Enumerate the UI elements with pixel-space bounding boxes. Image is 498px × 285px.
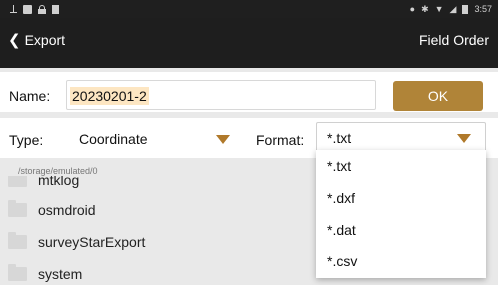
list-item-label: surveyStarExport [38, 234, 146, 250]
sim-icon [52, 4, 59, 14]
name-label: Name: [9, 88, 51, 104]
format-option-txt[interactable]: *.txt [327, 158, 351, 174]
back-label: Export [24, 32, 66, 48]
type-select[interactable]: Coordinate [70, 126, 242, 152]
chevron-left-icon: ❮ [8, 31, 21, 49]
status-left-icons [10, 4, 59, 14]
wifi-icon: ▼ [434, 3, 444, 14]
format-option-dxf[interactable]: *.dxf [327, 190, 355, 206]
lock-icon [38, 4, 46, 14]
type-select-value: Coordinate [79, 131, 148, 147]
field-order-button[interactable]: Field Order [419, 32, 489, 48]
folder-icon [8, 200, 27, 217]
status-time: 3:57 [474, 4, 492, 14]
dropdown-arrow-icon [457, 133, 471, 143]
file-list: mtklog osmdroid surveyStarExport system [8, 176, 308, 285]
name-input-value: 20230201-2 [70, 87, 149, 105]
format-select-value: *.txt [327, 130, 352, 146]
list-item-label: osmdroid [38, 202, 96, 218]
list-item[interactable]: osmdroid [8, 200, 308, 218]
format-option-csv[interactable]: *.csv [327, 253, 357, 269]
list-item[interactable]: system [8, 264, 308, 282]
type-label: Type: [9, 132, 44, 148]
format-label: Format: [256, 132, 305, 148]
current-path: /storage/emulated/0 [18, 166, 98, 176]
title-bar: ❮ Export Field Order [0, 18, 498, 68]
folder-icon [8, 232, 27, 249]
format-dropdown-menu: *.txt *.dxf *.dat *.csv [316, 150, 486, 278]
location-icon: ● [409, 3, 416, 14]
signal-icon: ◢ [449, 3, 457, 14]
folder-icon [8, 264, 27, 281]
list-item-label: mtklog [38, 176, 80, 188]
battery-icon [462, 4, 469, 14]
ok-button[interactable]: OK [393, 81, 483, 111]
folder-icon [8, 176, 27, 187]
list-item-label: system [38, 266, 83, 282]
list-item[interactable]: surveyStarExport [8, 232, 308, 250]
status-bar: ● ✱ ▼ ◢ 3:57 [0, 0, 498, 18]
back-button[interactable]: ❮ Export [8, 32, 65, 48]
list-item[interactable]: mtklog [8, 176, 308, 188]
usb-icon [10, 5, 17, 13]
name-input[interactable]: 20230201-2 [66, 80, 376, 110]
status-right-icons: ● ✱ ▼ ◢ 3:57 [410, 4, 492, 14]
format-option-dat[interactable]: *.dat [327, 222, 356, 238]
bluetooth-icon: ✱ [421, 3, 429, 14]
dropdown-arrow-icon [216, 134, 230, 144]
image-icon [23, 4, 32, 14]
